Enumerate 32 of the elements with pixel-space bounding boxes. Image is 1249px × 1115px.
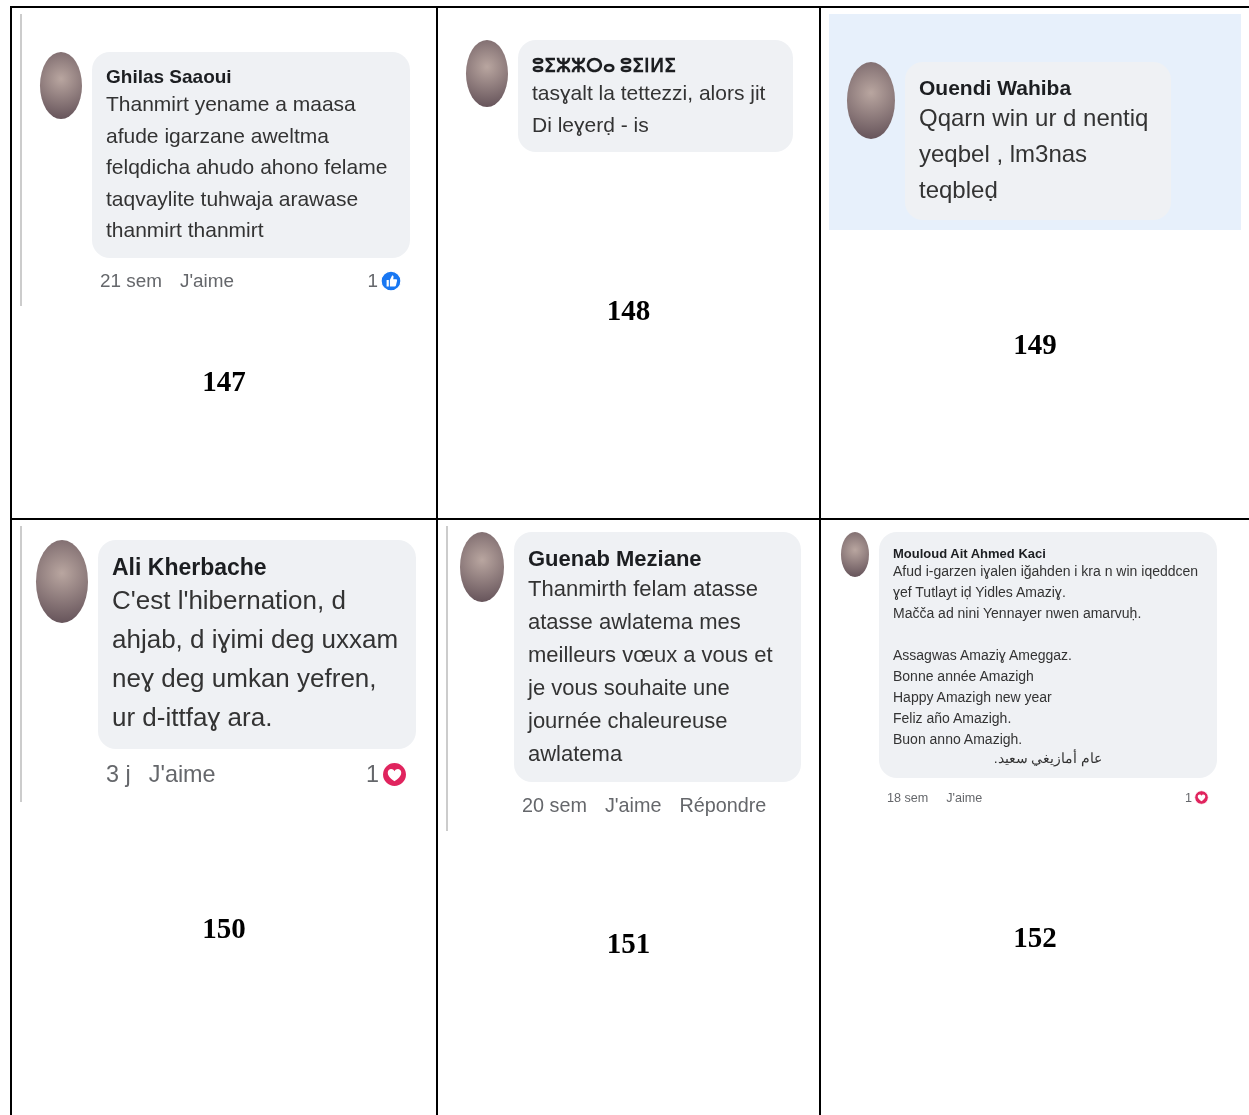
author-name[interactable]: Ouendi Wahiba (919, 76, 1157, 100)
comment-time: 21 sem (100, 269, 162, 292)
comment-time: 3 j (106, 761, 131, 788)
comment-text: Thanmirt yename a maasa afude igarzane aweltma felqdicha ahudo ahono felame taqvaylite tuhwaja arawase thanmirt thanmirt (106, 91, 389, 243)
author-name[interactable]: Guenab Meziane (528, 546, 787, 572)
like-link[interactable]: J'aime (148, 761, 216, 788)
reply-link[interactable]: Répondre (679, 794, 767, 817)
comment-text: Afud i-garzen iɣalen iğahden i kra n win iqeddcen ɣef Tutlayt iḍ Yidles Amaziɣ. Mačča ad nini Yennayer nwen amarvuḥ. Assagwas Amaziɣ Ameggaz. Bonne année Amazigh Happy Amazigh new year Feliz año Amazigh. Buon anno Amazigh. (893, 562, 1200, 749)
figure-number: 150 (202, 912, 246, 945)
comment-time: 20 sem (522, 794, 587, 817)
comment-text: C'est l'hibernation, d ahjab, d iɣimi deg uxxam neɣ deg umkan yefren, ur d-ittfaɣ ara. (112, 584, 400, 734)
comment-text: عام أمازيغي سعيد. (992, 750, 1104, 766)
figure-number: 147 (202, 365, 246, 399)
comment-text: Qqarn win ur d nentiq yeqbel , lm3nas teqbleḍ (919, 103, 1150, 205)
author-name[interactable]: ⵓⵉⵣⵣⵔⴰ ⵓⵉⵏⵍⵉ (532, 54, 779, 77)
avatar (841, 532, 869, 577)
figure-number: 149 (1013, 327, 1057, 361)
like-link[interactable]: J'aime (179, 269, 234, 292)
figure-number: 148 (606, 293, 651, 327)
like-link[interactable]: J'aime (604, 794, 662, 817)
comment-text: Thanmirth felam atasse atasse awlatema mes meilleurs vœux a vous et je vous souhaite une journée chaleureuse awlatema (528, 575, 774, 768)
comment-text: tasɣalt la tettezzi, alors jit Di leɣerḍ - is (532, 80, 767, 138)
figure-number: 152 (1013, 920, 1057, 954)
author-name[interactable]: Ghilas Saaoui (106, 66, 396, 88)
reaction-count: 1 (1185, 790, 1192, 805)
comment-time: 18 sem (887, 790, 929, 805)
reaction-count: 1 (366, 761, 379, 788)
author-name[interactable]: Ali Kherbache (112, 554, 402, 581)
reaction-count: 1 (367, 269, 378, 292)
author-name[interactable]: Mouloud Ait Ahmed Kaci (893, 546, 1203, 561)
figure-number: 151 (606, 926, 651, 960)
like-link[interactable]: J'aime (946, 790, 983, 805)
